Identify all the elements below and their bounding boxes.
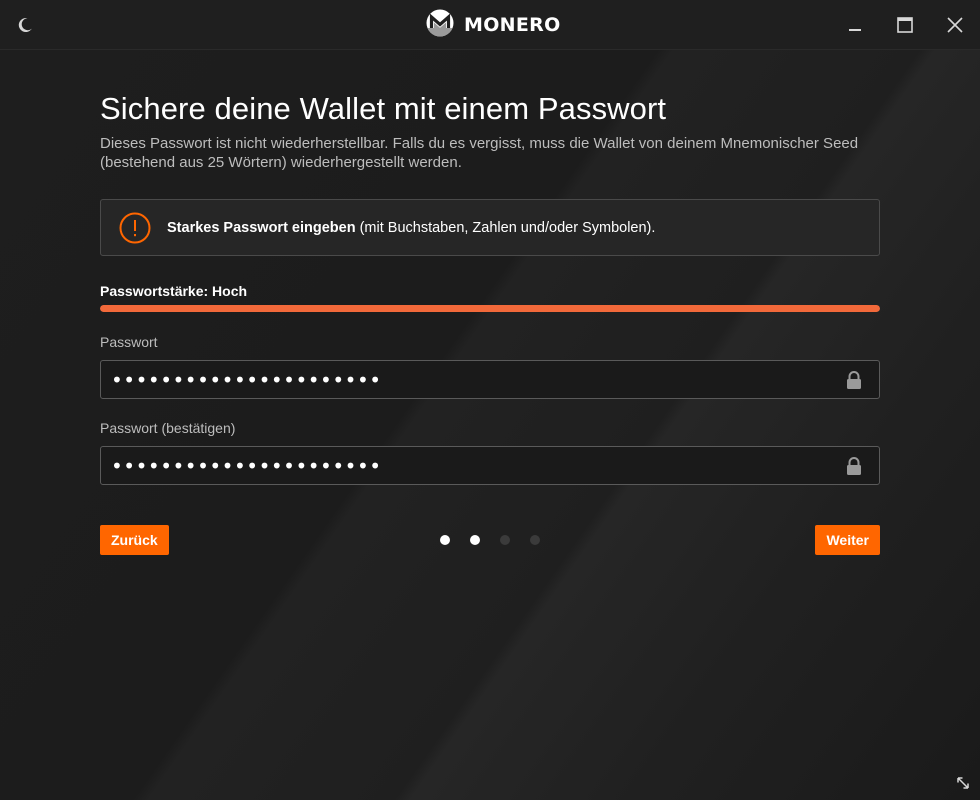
maximize-icon bbox=[897, 17, 913, 33]
password-confirm-field bbox=[100, 446, 880, 485]
moon-icon[interactable] bbox=[12, 12, 38, 38]
password-confirm-label: Passwort (bestätigen) bbox=[100, 420, 236, 436]
minimize-button[interactable] bbox=[840, 10, 870, 40]
step-dot bbox=[470, 535, 480, 545]
maximize-button[interactable] bbox=[890, 10, 920, 40]
minimize-icon bbox=[849, 29, 861, 31]
lock-icon[interactable] bbox=[843, 369, 865, 391]
page-title: Sichere deine Wallet mit einem Passwort bbox=[100, 91, 667, 126]
notice-strong: Starkes Passwort eingeben bbox=[167, 219, 356, 236]
password-label: Passwort bbox=[100, 334, 158, 350]
password-input[interactable] bbox=[101, 361, 843, 398]
titlebar: MONERO bbox=[0, 0, 980, 50]
close-button[interactable] bbox=[940, 10, 970, 40]
step-indicator bbox=[440, 535, 540, 545]
wizard-content: Sichere deine Wallet mit einem Passwort … bbox=[100, 90, 880, 555]
next-button[interactable]: Weiter bbox=[815, 525, 880, 555]
wallet-wizard-window: MONERO Sichere deine Wallet mit einem Pa… bbox=[0, 0, 980, 800]
monero-logo-icon bbox=[426, 9, 454, 42]
close-icon bbox=[947, 17, 963, 33]
password-strength-bar bbox=[100, 305, 880, 312]
notice-text: Starkes Passwort eingeben (mit Buchstabe… bbox=[167, 220, 655, 236]
step-dot bbox=[500, 535, 510, 545]
brand-title: MONERO bbox=[464, 14, 561, 36]
step-dot bbox=[530, 535, 540, 545]
password-notice: Starkes Passwort eingeben (mit Buchstabe… bbox=[100, 199, 880, 256]
password-field bbox=[100, 360, 880, 399]
warning-circle-icon bbox=[119, 212, 151, 244]
step-dot bbox=[440, 535, 450, 545]
lock-icon[interactable] bbox=[843, 455, 865, 477]
resize-icon[interactable] bbox=[952, 772, 974, 794]
notice-rest: (mit Buchstaben, Zahlen und/oder Symbole… bbox=[355, 219, 656, 236]
password-strength-fill bbox=[100, 305, 880, 312]
password-confirm-input[interactable] bbox=[101, 447, 843, 484]
brand: MONERO bbox=[426, 9, 561, 42]
page-description: Dieses Passwort ist nicht wiederherstell… bbox=[100, 135, 859, 171]
back-button[interactable]: Zurück bbox=[100, 525, 169, 555]
password-strength-label: Passwortstärke: Hoch bbox=[100, 283, 248, 299]
